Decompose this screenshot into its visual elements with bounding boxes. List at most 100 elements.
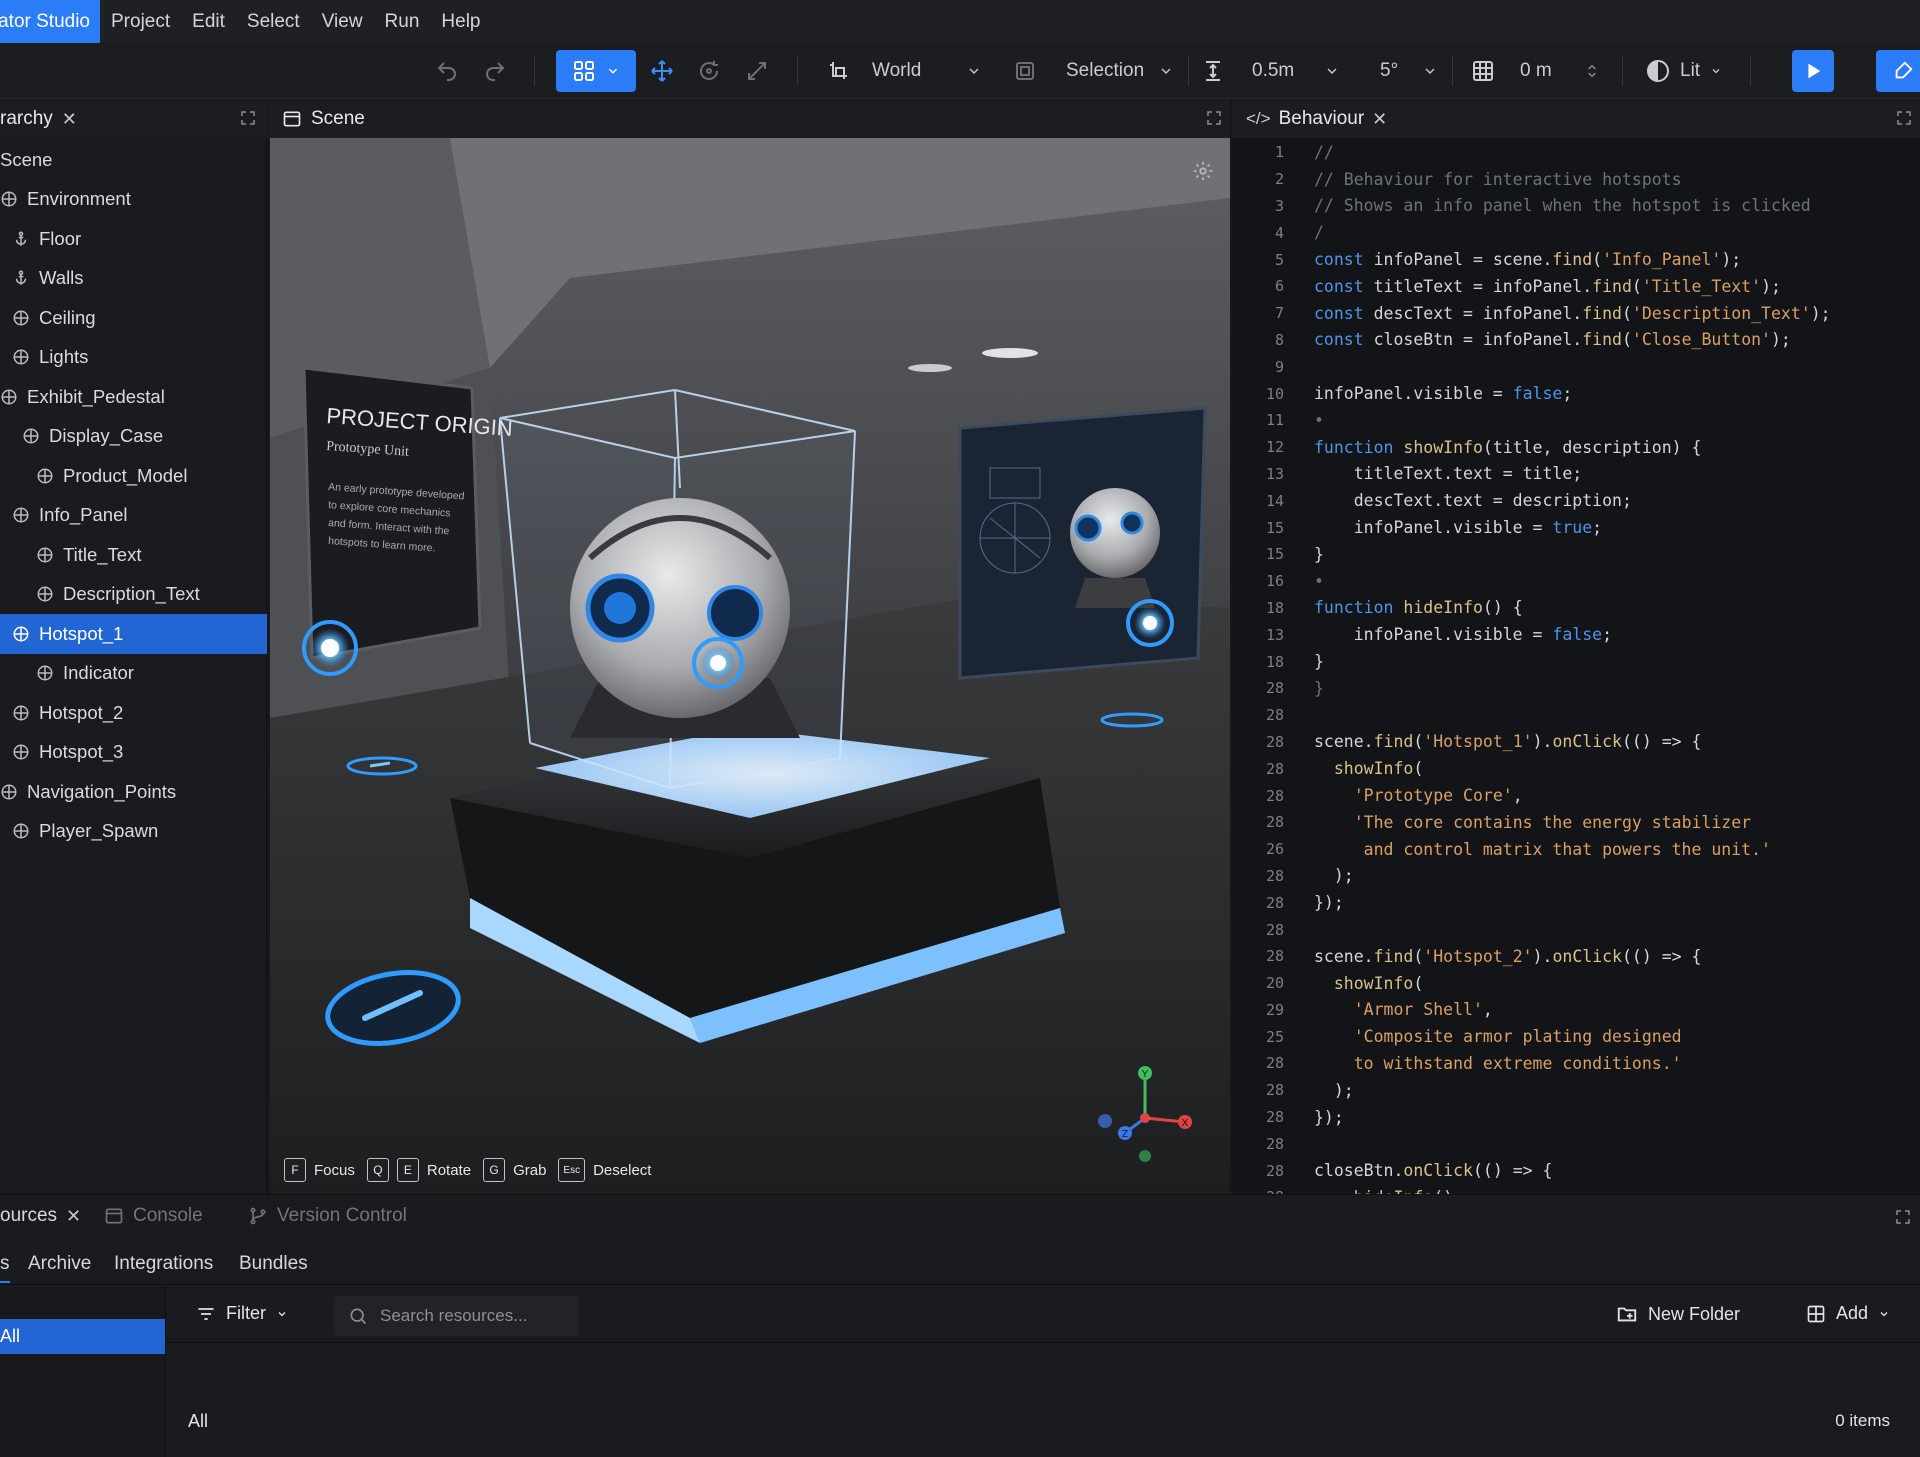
grid-icon[interactable] xyxy=(1466,50,1500,92)
tree-item[interactable]: Product_Model xyxy=(0,456,267,496)
new-folder-button[interactable]: New Folder xyxy=(1616,1303,1740,1325)
search-input[interactable]: Search resources... xyxy=(334,1296,579,1336)
tab-hierarchy[interactable]: rarchy ✕ xyxy=(0,100,89,138)
tree-item[interactable]: Navigation_Points xyxy=(0,772,267,812)
tree-item[interactable]: Player_Spawn xyxy=(0,812,267,852)
menu-edit[interactable]: Edit xyxy=(181,0,236,43)
pivot-icon[interactable] xyxy=(1008,50,1042,92)
code-line[interactable]: 2 // Behaviour for interactive hotspots xyxy=(1232,166,1920,193)
code-line[interactable]: 8 const closeBtn = infoPanel.find('Close_… xyxy=(1232,327,1920,354)
code-line[interactable]: 20 showInfo( xyxy=(1232,970,1920,997)
code-line[interactable]: 18 function hideInfo() { xyxy=(1232,595,1920,622)
transform-space-icon[interactable] xyxy=(822,50,856,92)
filter-button[interactable]: Filter xyxy=(196,1303,288,1324)
pivot-mode-dropdown[interactable]: Selection xyxy=(1066,50,1174,92)
tree-item[interactable]: Ceiling xyxy=(0,298,267,338)
scene-viewport[interactable]: PROJECT ORIGIN Prototype Unit An early p… xyxy=(270,138,1230,1194)
code-line[interactable]: 28 ); xyxy=(1232,1077,1920,1104)
tree-item[interactable]: Display_Case xyxy=(0,417,267,457)
publish-button[interactable] xyxy=(1876,50,1920,92)
code-line[interactable]: 4/ xyxy=(1232,219,1920,246)
tree-item[interactable]: Scene xyxy=(0,140,267,180)
add-button[interactable]: Add xyxy=(1806,1303,1890,1324)
code-line[interactable]: 28} xyxy=(1232,675,1920,702)
redo-icon[interactable] xyxy=(478,50,512,92)
select-tool-button[interactable] xyxy=(556,50,636,92)
scale-tool-icon[interactable] xyxy=(740,50,774,92)
subtab-assets[interactable]: s xyxy=(0,1253,10,1283)
code-line[interactable]: 26 and control matrix that powers the un… xyxy=(1232,836,1920,863)
maximize-icon[interactable] xyxy=(240,110,256,126)
tab-console[interactable]: Console xyxy=(104,1205,203,1227)
code-line[interactable]: 28 'Prototype Core', xyxy=(1232,782,1920,809)
code-line[interactable]: 28 xyxy=(1232,1130,1920,1157)
code-line[interactable]: 10 infoPanel.visible = false; xyxy=(1232,380,1920,407)
tree-item[interactable]: Info_Panel xyxy=(0,496,267,536)
code-line[interactable]: 25 'Composite armor plating designed xyxy=(1232,1023,1920,1050)
app-title[interactable]: ator Studio xyxy=(0,0,100,43)
snap-angle-dropdown[interactable]: 5° xyxy=(1380,50,1438,92)
tree-item[interactable]: Indicator xyxy=(0,654,267,694)
tab-resources[interactable]: ources ✕ xyxy=(0,1205,81,1227)
menu-view[interactable]: View xyxy=(311,0,374,43)
tree-item[interactable]: Lights xyxy=(0,338,267,378)
play-button[interactable] xyxy=(1792,50,1834,92)
snap-distance-dropdown[interactable]: 0.5m xyxy=(1252,50,1340,92)
code-line[interactable]: 9 xyxy=(1232,353,1920,380)
code-line[interactable]: 29 'Armor Shell', xyxy=(1232,997,1920,1024)
snap-height-icon[interactable] xyxy=(1196,50,1230,92)
tree-item[interactable]: Hotspot_1 xyxy=(0,614,267,654)
menu-run[interactable]: Run xyxy=(374,0,431,43)
code-line[interactable]: 28 closeBtn.onClick(() => { xyxy=(1232,1157,1920,1184)
code-line[interactable]: 28 scene.find('Hotspot_2').onClick(() => … xyxy=(1232,943,1920,970)
close-icon[interactable]: ✕ xyxy=(1372,109,1387,130)
grid-value-stepper[interactable]: 0 m xyxy=(1520,50,1600,92)
tab-version-control[interactable]: Version Control xyxy=(248,1205,407,1227)
code-line[interactable]: 14 descText.text = description; xyxy=(1232,487,1920,514)
tree-item[interactable]: Title_Text xyxy=(0,535,267,575)
code-line[interactable]: 28 'The core contains the energy stabili… xyxy=(1232,809,1920,836)
tab-scene[interactable]: Scene xyxy=(268,100,377,138)
code-line[interactable]: 1 // xyxy=(1232,139,1920,166)
menu-select[interactable]: Select xyxy=(236,0,311,43)
code-line[interactable]: 6 const titleText = infoPanel.find('Title… xyxy=(1232,273,1920,300)
maximize-icon[interactable] xyxy=(1896,110,1912,126)
maximize-icon[interactable] xyxy=(1206,110,1222,126)
code-line[interactable]: 28 showInfo( xyxy=(1232,755,1920,782)
subtab-archive[interactable]: Archive xyxy=(28,1253,91,1275)
code-line[interactable]: 28 xyxy=(1232,702,1920,729)
subtab-integrations[interactable]: Integrations xyxy=(114,1253,213,1275)
tab-behaviour[interactable]: </> Behaviour ✕ xyxy=(1232,100,1399,138)
code-line[interactable]: 28}); xyxy=(1232,1104,1920,1131)
code-line[interactable]: 28 scene.find('Hotspot_1').onClick(() => … xyxy=(1232,729,1920,756)
code-line[interactable]: 15 infoPanel.visible = true; xyxy=(1232,514,1920,541)
tree-item[interactable]: Floor xyxy=(0,219,267,259)
undo-icon[interactable] xyxy=(430,50,464,92)
maximize-icon[interactable] xyxy=(1895,1209,1911,1225)
code-line[interactable]: 28 xyxy=(1232,916,1920,943)
code-line[interactable]: 28}); xyxy=(1232,889,1920,916)
code-line[interactable]: 7 const descText = infoPanel.find('Descri… xyxy=(1232,300,1920,327)
code-line[interactable]: 12 function showInfo(title, description) … xyxy=(1232,434,1920,461)
menu-project[interactable]: Project xyxy=(100,0,181,43)
viewport-settings-icon[interactable] xyxy=(1192,160,1214,182)
folder-all[interactable]: All xyxy=(0,1319,165,1354)
code-line[interactable]: 13 titleText.text = title; xyxy=(1232,461,1920,488)
tree-item[interactable]: Walls xyxy=(0,259,267,299)
tree-item[interactable]: Description_Text xyxy=(0,575,267,615)
tree-item[interactable]: Hotspot_2 xyxy=(0,693,267,733)
menu-help[interactable]: Help xyxy=(430,0,491,43)
tree-item[interactable]: Hotspot_3 xyxy=(0,733,267,773)
code-line[interactable]: 28 hideInfo(); xyxy=(1232,1184,1920,1194)
close-icon[interactable]: ✕ xyxy=(62,109,77,130)
tree-item[interactable]: Exhibit_Pedestal xyxy=(0,377,267,417)
coordinate-space-dropdown[interactable]: World xyxy=(872,50,982,92)
code-line[interactable]: 11 • xyxy=(1232,407,1920,434)
subtab-bundles[interactable]: Bundles xyxy=(239,1253,308,1275)
code-line[interactable]: 28 to withstand extreme conditions.' xyxy=(1232,1050,1920,1077)
shading-mode-dropdown[interactable]: Lit xyxy=(1646,50,1728,92)
code-line[interactable]: 28 ); xyxy=(1232,863,1920,890)
code-editor[interactable]: 1 // 2 // Behaviour for interactive hotspot… xyxy=(1232,139,1920,1194)
rotate-tool-icon[interactable] xyxy=(692,50,726,92)
code-line[interactable]: 3 // Shows an info panel when the hotspot… xyxy=(1232,193,1920,220)
